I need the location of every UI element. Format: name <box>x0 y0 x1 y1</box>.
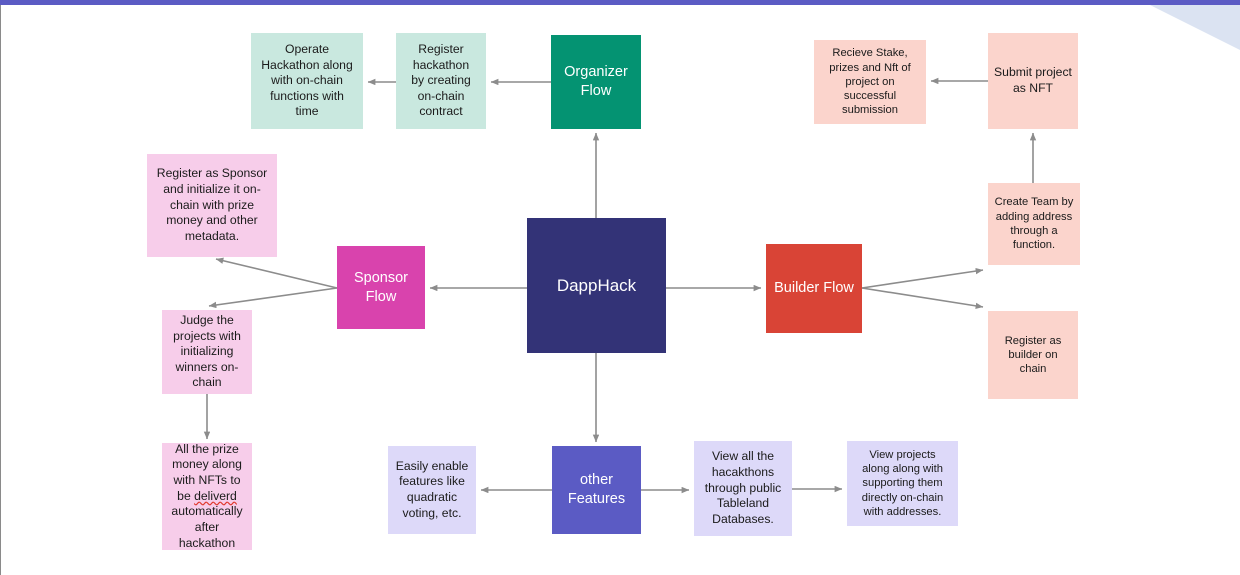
node-label-features: other Features <box>567 472 626 507</box>
node-label-view_hacks: View all the hacakthons through public T… <box>704 449 782 526</box>
node-label-view_projects: View projects along along with supportin… <box>861 448 944 518</box>
node-recieve_stake[interactable]: Recieve Stake, prizes and Nft of project… <box>814 40 926 124</box>
node-label-quadratic: Easily enable features like quadratic vo… <box>395 458 469 520</box>
node-create_team[interactable]: Create Team by adding address through a … <box>988 183 1080 265</box>
node-organizer[interactable]: Organizer Flow <box>551 35 641 129</box>
node-quadratic[interactable]: Easily enable features like quadratic vo… <box>388 446 476 534</box>
node-view_hacks[interactable]: View all the hacakthons through public T… <box>694 441 792 536</box>
node-label-submit_nft: Submit project as NFT <box>994 65 1072 95</box>
node-prize_money[interactable]: All the prize money along with NFTs to b… <box>162 441 252 550</box>
node-submit_nft[interactable]: Submit project as NFT <box>988 33 1078 129</box>
node-label-register_spon: Register as Sponsor and initialize it on… <box>156 166 268 243</box>
node-builder[interactable]: Builder Flow <box>766 244 862 333</box>
spellcheck-underline: deliverd <box>194 488 237 503</box>
node-sponsor[interactable]: Sponsor Flow <box>337 246 425 329</box>
node-label-sponsor: Sponsor Flow <box>353 269 408 305</box>
node-label-dapphack: DappHack <box>556 275 637 295</box>
node-view_projects[interactable]: View projects along along with supportin… <box>847 441 958 526</box>
node-register_hack[interactable]: Register hackathon by creating on-chain … <box>396 33 486 129</box>
node-label-create_team: Create Team by adding address through a … <box>994 196 1074 252</box>
node-dapphack[interactable]: DappHack <box>527 218 666 353</box>
edge-sponsor-to-register_spon <box>215 257 338 289</box>
node-label-operate: Operate Hackathon along with on-chain fu… <box>261 41 353 119</box>
node-label-prize_money: All the prize money along with NFTs to b… <box>171 441 243 550</box>
edge-builder-to-create_team <box>861 267 984 289</box>
edge-builder-to-register_build <box>861 287 984 310</box>
node-label-recieve_stake: Recieve Stake, prizes and Nft of project… <box>829 47 911 117</box>
edge-sponsor-to-judge <box>208 287 338 309</box>
node-register_spon[interactable]: Register as Sponsor and initialize it on… <box>147 154 277 257</box>
node-operate[interactable]: Operate Hackathon along with on-chain fu… <box>251 33 363 129</box>
node-features[interactable]: other Features <box>552 446 641 534</box>
node-register_build[interactable]: Register as builder on chain <box>988 311 1078 399</box>
node-label-builder: Builder Flow <box>774 280 854 297</box>
node-label-organizer: Organizer Flow <box>564 64 628 99</box>
node-judge[interactable]: Judge the projects with initializing win… <box>162 310 252 394</box>
diagram-canvas[interactable]: DappHack Organizer Flow Sponsor Flow Builde… <box>0 0 1240 575</box>
node-label-judge: Judge the projects with initializing win… <box>173 312 241 390</box>
node-label-register_build: Register as builder on chain <box>1004 334 1062 376</box>
node-label-register_hack: Register hackathon by creating on-chain … <box>411 41 471 119</box>
